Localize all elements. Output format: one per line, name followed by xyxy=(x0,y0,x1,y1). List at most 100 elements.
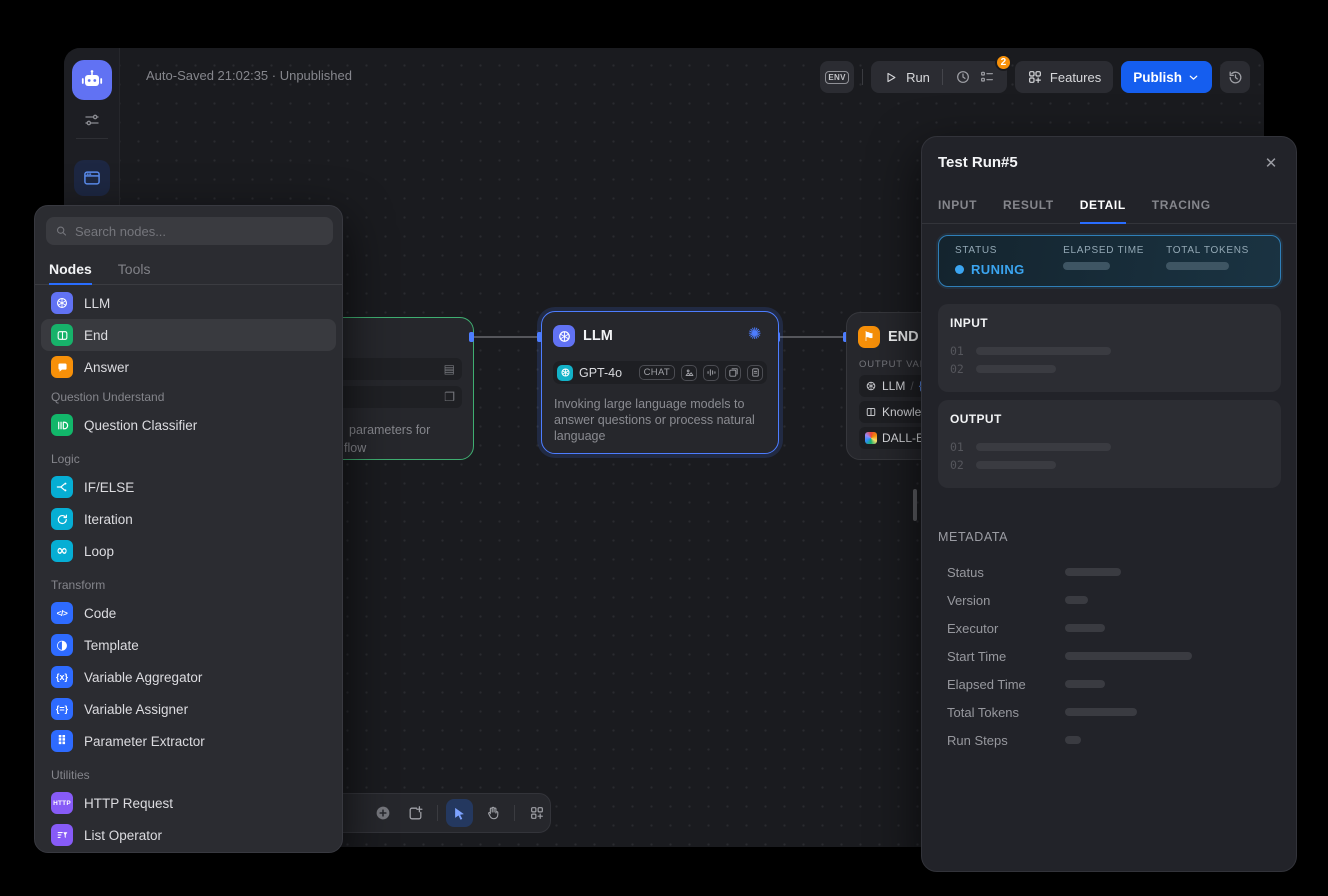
screen: Auto-Saved 21:02:35 · Unpublished ENV Ru… xyxy=(0,0,1328,896)
sidebar-divider xyxy=(76,138,108,139)
llm-node-description: Invoking large language models to answer… xyxy=(554,396,764,444)
features-grid-icon xyxy=(1027,69,1043,85)
tab-nodes[interactable]: Nodes xyxy=(49,253,92,284)
dalle-icon xyxy=(865,432,877,444)
node-item-answer[interactable]: Answer xyxy=(41,351,336,383)
parameter-extractor-icon: ⠿ xyxy=(51,730,73,752)
add-note-button[interactable] xyxy=(402,799,429,827)
tab-input[interactable]: INPUT xyxy=(938,187,977,223)
features-button[interactable]: Features xyxy=(1015,61,1113,93)
version-history-button[interactable] xyxy=(1220,61,1250,93)
start-node-description-line: parameters for xyxy=(349,421,430,439)
tab-detail[interactable]: DETAIL xyxy=(1080,187,1126,223)
input-title: INPUT xyxy=(950,316,1269,330)
node-search[interactable] xyxy=(46,217,333,245)
add-node-button[interactable] xyxy=(369,799,396,827)
note-plus-icon xyxy=(407,805,424,822)
node-item-end[interactable]: End xyxy=(41,319,336,351)
env-button[interactable]: ENV xyxy=(820,61,854,93)
publish-label: Publish xyxy=(1133,70,1182,85)
document-capability-icon xyxy=(747,365,763,381)
model-name: GPT-4o xyxy=(579,366,633,380)
skeleton-bar xyxy=(1065,652,1192,660)
end-node-title: END xyxy=(888,329,919,345)
node-item-iteration[interactable]: Iteration xyxy=(41,503,336,535)
node-item-question-classifier[interactable]: Question Classifier xyxy=(41,409,336,441)
pointer-mode-button[interactable] xyxy=(446,799,473,827)
node-item-code[interactable]: </> Code xyxy=(41,597,336,629)
publish-button[interactable]: Publish xyxy=(1121,61,1212,93)
model-selector[interactable]: GPT-4o CHAT xyxy=(553,361,767,384)
node-item-list-operator[interactable]: List Operator xyxy=(41,819,336,851)
run-button-group: Run 2 xyxy=(871,61,1007,93)
tab-tracing[interactable]: TRACING xyxy=(1152,187,1211,223)
metadata-row: Run Steps xyxy=(938,726,1281,754)
metadata-row: Executor xyxy=(938,614,1281,642)
node-item-template[interactable]: ◑ Template xyxy=(41,629,336,661)
node-picker-panel: Nodes Tools LLM End xyxy=(34,205,343,853)
skeleton-bar xyxy=(1065,680,1105,688)
elapsed-time-label: ELAPSED TIME xyxy=(1063,245,1166,256)
toolbar-separator xyxy=(437,805,438,821)
variable-source: LLM xyxy=(882,379,905,393)
knowledge-book-icon xyxy=(865,406,877,418)
metadata-title: METADATA xyxy=(938,530,1281,544)
skeleton-bar xyxy=(1166,262,1229,270)
audio-capability-icon xyxy=(703,365,719,381)
panel-resize-handle[interactable] xyxy=(913,489,917,521)
preferences-sliders-icon[interactable] xyxy=(81,109,103,131)
node-item-parameter-extractor[interactable]: ⠿ Parameter Extractor xyxy=(41,725,336,757)
hand-mode-button[interactable] xyxy=(479,799,506,827)
node-item-if-else[interactable]: IF/ELSE xyxy=(41,471,336,503)
llm-icon xyxy=(553,325,575,347)
skeleton-bar xyxy=(976,443,1111,451)
status-card: STATUS RUNING ELAPSED TIME TOTAL TOKENS xyxy=(938,235,1281,287)
window-panel-button[interactable] xyxy=(74,160,110,196)
status-label: STATUS xyxy=(955,245,1063,256)
running-dot xyxy=(955,265,964,274)
total-tokens-label: TOTAL TOKENS xyxy=(1166,245,1264,256)
llm-node[interactable]: LLM ✺ GPT-4o CHAT xyxy=(541,311,779,454)
answer-bubble-icon xyxy=(51,356,73,378)
run-button[interactable]: Run xyxy=(906,70,930,85)
output-title: OUTPUT xyxy=(950,412,1269,426)
hand-icon xyxy=(485,805,501,821)
node-item-loop[interactable]: ∞ Loop xyxy=(41,535,336,567)
env-icon: ENV xyxy=(825,71,848,84)
play-icon[interactable] xyxy=(883,70,898,85)
close-icon[interactable]: ✕ xyxy=(1262,154,1280,172)
llm-node-header: LLM xyxy=(553,325,613,347)
checklist-icon[interactable] xyxy=(979,69,995,85)
search-input[interactable] xyxy=(75,224,324,239)
llm-icon xyxy=(51,292,73,314)
app-robot-icon[interactable] xyxy=(72,60,112,100)
code-icon: </> xyxy=(51,602,73,624)
start-output-handle[interactable] xyxy=(469,332,474,342)
metadata-row: Start Time xyxy=(938,642,1281,670)
node-item-llm[interactable]: LLM xyxy=(41,287,336,319)
node-item-variable-aggregator[interactable]: {x} Variable Aggregator xyxy=(41,661,336,693)
skeleton-bar xyxy=(1065,568,1121,576)
run-panel-tabs: INPUT RESULT DETAIL TRACING xyxy=(922,187,1296,224)
tab-result[interactable]: RESULT xyxy=(1003,187,1054,223)
features-label: Features xyxy=(1050,70,1101,85)
toolbar-separator xyxy=(514,805,515,821)
run-history-clock-icon[interactable] xyxy=(955,69,971,85)
history-icon xyxy=(1227,69,1244,86)
topbar-actions: ENV Run 2 xyxy=(820,61,1250,93)
variable-source: DALL-E xyxy=(882,431,924,445)
organize-nodes-button[interactable] xyxy=(523,799,550,827)
line-number: 01 xyxy=(950,440,964,454)
start-node-description-line: flow xyxy=(344,439,366,457)
loop-infinity-icon: ∞ xyxy=(51,540,73,562)
layout-grid-icon xyxy=(529,805,545,821)
section-transform: Transform xyxy=(41,567,336,597)
node-item-variable-assigner[interactable]: {=} Variable Assigner xyxy=(41,693,336,725)
tab-tools[interactable]: Tools xyxy=(118,253,151,284)
node-item-http-request[interactable]: HTTP HTTP Request xyxy=(41,787,336,819)
section-logic: Logic xyxy=(41,441,336,471)
input-card: INPUT 01 02 xyxy=(938,304,1281,392)
llm-node-title: LLM xyxy=(583,328,613,344)
metadata-row: Version xyxy=(938,586,1281,614)
paste-icon: ❐ xyxy=(444,390,455,404)
